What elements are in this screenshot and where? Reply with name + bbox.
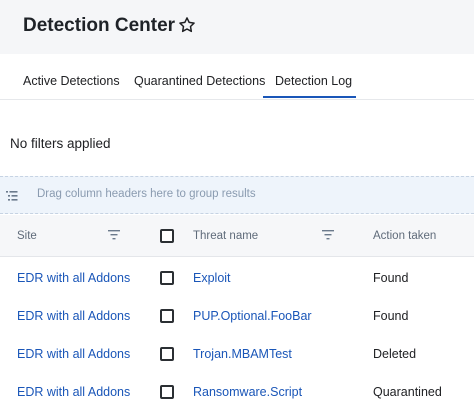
table-row: EDR with all Addons PUP.Optional.FooBar …	[0, 297, 474, 335]
row-checkbox[interactable]	[160, 309, 174, 323]
table-row: EDR with all Addons Ransomware.Script Qu…	[0, 373, 474, 409]
site-link[interactable]: EDR with all Addons	[17, 309, 130, 323]
site-link[interactable]: EDR with all Addons	[17, 385, 130, 399]
action-taken: Quarantined	[373, 385, 442, 399]
site-link[interactable]: EDR with all Addons	[17, 347, 130, 361]
tab-bar: Active Detections Quarantined Detections…	[0, 64, 474, 100]
threat-name-link[interactable]: Trojan.MBAMTest	[193, 347, 292, 361]
threat-name-link[interactable]: Ransomware.Script	[193, 385, 302, 399]
tab-quarantined-detections[interactable]: Quarantined Detections	[134, 74, 265, 88]
star-icon[interactable]	[177, 15, 197, 35]
action-taken: Deleted	[373, 347, 417, 361]
tab-active-detections[interactable]: Active Detections	[23, 74, 120, 88]
action-taken: Found	[373, 271, 409, 285]
active-tab-indicator	[263, 96, 356, 98]
column-header-site[interactable]: Site	[17, 230, 37, 242]
filter-icon[interactable]	[108, 230, 120, 240]
row-checkbox[interactable]	[160, 385, 174, 399]
group-icon	[6, 191, 18, 201]
page-header: Detection Center	[0, 0, 474, 54]
table-row: EDR with all Addons Exploit Found	[0, 259, 474, 297]
column-header-threat-name[interactable]: Threat name	[193, 230, 258, 242]
site-link[interactable]: EDR with all Addons	[17, 271, 130, 285]
row-checkbox[interactable]	[160, 271, 174, 285]
table-header: Site Threat name Action taken	[0, 215, 474, 257]
select-all-checkbox[interactable]	[160, 229, 174, 243]
page-title: Detection Center	[23, 15, 176, 36]
threat-name-link[interactable]: PUP.Optional.FooBar	[193, 309, 312, 323]
threat-name-link[interactable]: Exploit	[193, 271, 231, 285]
group-drop-zone[interactable]: Drag column headers here to group result…	[0, 176, 474, 214]
action-taken: Found	[373, 309, 409, 323]
table-row: EDR with all Addons Trojan.MBAMTest Dele…	[0, 335, 474, 373]
filter-status: No filters applied	[10, 136, 111, 151]
tab-detection-log[interactable]: Detection Log	[275, 74, 352, 88]
filter-icon[interactable]	[322, 230, 334, 240]
group-hint: Drag column headers here to group result…	[37, 188, 256, 200]
column-header-action-taken[interactable]: Action taken	[373, 230, 436, 242]
row-checkbox[interactable]	[160, 347, 174, 361]
